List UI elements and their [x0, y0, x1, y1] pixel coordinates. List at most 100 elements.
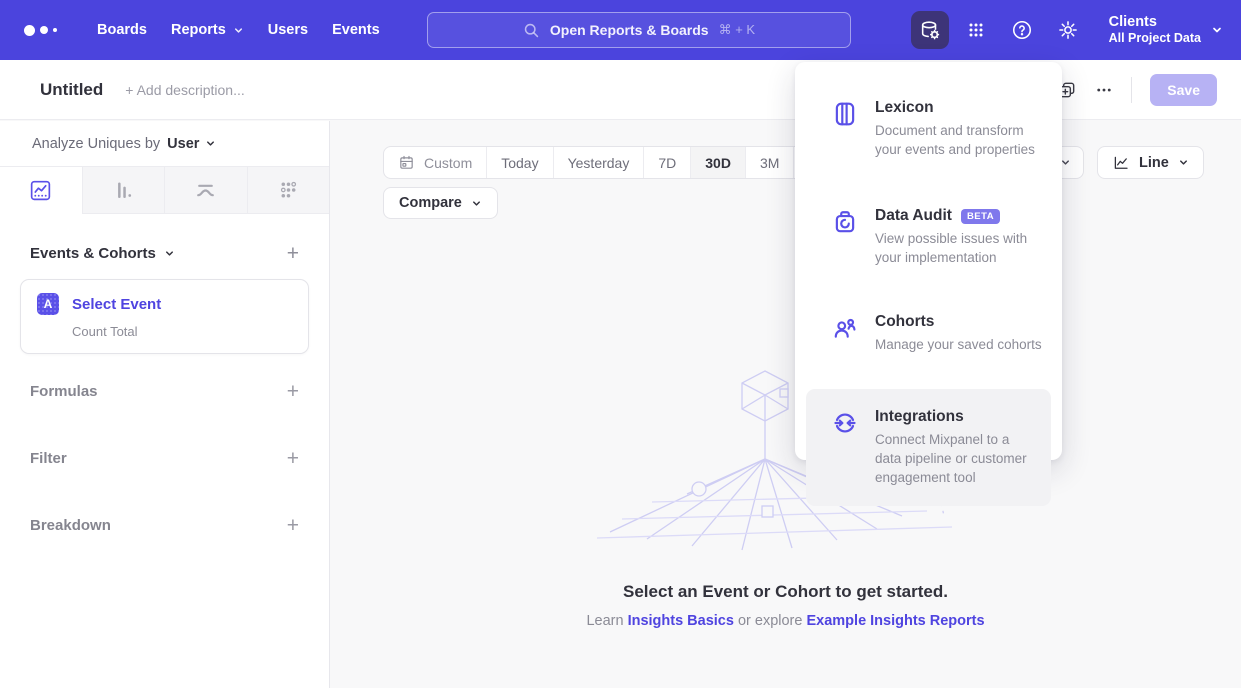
top-nav: Boards Reports Users Events Open Reports… [0, 0, 1241, 60]
analyze-value: User [167, 136, 199, 152]
date-range-7d[interactable]: 7D [643, 147, 690, 178]
example-reports-link[interactable]: Example Insights Reports [806, 613, 984, 629]
tab-bar-chart[interactable] [82, 167, 165, 213]
analyze-uniques-row: Analyze Uniques by User [0, 121, 329, 166]
filter-label: Filter [30, 450, 67, 467]
nav-item-boards[interactable]: Boards [85, 0, 159, 60]
add-breakdown-button[interactable]: + [287, 515, 299, 536]
apps-grid-icon [966, 20, 986, 40]
project-scope: All Project Data [1109, 31, 1201, 47]
nav-item-users[interactable]: Users [256, 0, 320, 60]
analyze-by-dropdown[interactable]: User [167, 136, 216, 152]
global-search-input[interactable]: Open Reports & Boards ⌘ + K [427, 12, 851, 48]
data-management-button[interactable] [911, 11, 949, 49]
mixpanel-logo[interactable] [24, 25, 57, 36]
ellipsis-icon [1095, 81, 1113, 99]
date-range-label: Yesterday [568, 155, 630, 171]
chevron-down-icon [233, 25, 244, 36]
metrics-tab-icon [276, 178, 301, 203]
search-placeholder: Open Reports & Boards [550, 22, 709, 38]
nav-item-label: Events [332, 22, 380, 38]
date-range-custom[interactable]: Custom [384, 147, 486, 178]
lexicon-icon [832, 101, 858, 132]
chevron-down-icon [205, 138, 216, 149]
data-audit-icon [832, 209, 858, 240]
tab-line-chart[interactable] [0, 167, 82, 214]
menu-item-title: Cohorts [875, 313, 1042, 331]
date-range-control: Custom Today Yesterday 7D 30D 3M 6M [383, 146, 843, 179]
menu-item-title: Data Audit [875, 207, 952, 225]
formulas-row: Formulas + [0, 381, 329, 402]
help-icon [1011, 19, 1033, 41]
nav-item-events[interactable]: Events [320, 0, 392, 60]
tab-stacked-chart[interactable] [164, 167, 247, 213]
events-cohorts-label: Events & Cohorts [30, 245, 156, 262]
apps-grid-button[interactable] [957, 11, 995, 49]
nav-item-label: Reports [171, 22, 226, 38]
event-letter-badge: A [37, 293, 59, 315]
save-button[interactable]: Save [1150, 74, 1217, 106]
chart-type-label: Line [1139, 155, 1169, 171]
menu-item-lexicon[interactable]: Lexicon Document and transform your even… [795, 86, 1062, 172]
beta-badge: BETA [961, 209, 1000, 224]
events-cohorts-dropdown[interactable]: Events & Cohorts [30, 245, 175, 262]
event-card[interactable]: A Select Event Count Total [20, 279, 309, 354]
date-range-yesterday[interactable]: Yesterday [553, 147, 644, 178]
project-selector[interactable]: Clients All Project Data [1109, 13, 1223, 47]
insights-basics-link[interactable]: Insights Basics [628, 613, 734, 629]
date-range-label: Today [501, 155, 538, 171]
subtitle-text: Learn [586, 613, 627, 629]
menu-item-description: Manage your saved cohorts [875, 335, 1042, 354]
menu-item-data-audit[interactable]: Data Audit BETA View possible issues wit… [795, 194, 1062, 280]
report-title[interactable]: Untitled [40, 80, 103, 100]
date-range-label: 7D [658, 155, 676, 171]
compare-dropdown[interactable]: Compare [383, 187, 498, 219]
bar-chart-tab-icon [111, 178, 136, 203]
tab-metrics[interactable] [247, 167, 330, 213]
nav-right-cluster: Clients All Project Data [911, 0, 1223, 60]
empty-state-subtitle: Learn Insights Basics or explore Example… [330, 613, 1241, 629]
date-range-label: 3M [760, 155, 779, 171]
integrations-icon [832, 410, 858, 441]
search-icon [523, 22, 540, 39]
settings-button[interactable] [1049, 11, 1087, 49]
date-range-today[interactable]: Today [486, 147, 552, 178]
project-name: Clients [1109, 13, 1201, 31]
compare-label: Compare [399, 195, 462, 211]
date-range-3m[interactable]: 3M [745, 147, 793, 178]
more-options-button[interactable] [1095, 81, 1113, 99]
add-filter-button[interactable]: + [287, 448, 299, 469]
line-chart-tab-icon [28, 178, 53, 203]
divider [1131, 77, 1132, 103]
breakdown-label: Breakdown [30, 517, 111, 534]
data-management-icon [919, 19, 941, 41]
chart-type-dropdown[interactable]: Line [1097, 146, 1204, 179]
date-range-30d[interactable]: 30D [690, 147, 745, 178]
stacked-chart-tab-icon [193, 178, 218, 203]
count-total-dropdown[interactable]: Count Total [72, 324, 292, 339]
line-chart-icon [1112, 154, 1130, 172]
menu-item-description: View possible issues with your implement… [875, 229, 1046, 267]
nav-item-label: Boards [97, 22, 147, 38]
report-actions: Save [1057, 74, 1217, 106]
subtitle-text: or explore [734, 613, 807, 629]
report-description-field[interactable]: + Add description... [125, 82, 244, 98]
menu-item-title: Integrations [875, 408, 1035, 426]
chart-type-tabs [0, 166, 329, 214]
nav-item-label: Users [268, 22, 308, 38]
events-cohorts-header: Events & Cohorts + [0, 243, 329, 264]
cohorts-icon [832, 315, 858, 346]
menu-item-integrations[interactable]: Integrations Connect Mixpanel to a data … [806, 389, 1051, 506]
menu-item-description: Document and transform your events and p… [875, 121, 1046, 159]
chevron-down-icon [1211, 24, 1223, 36]
select-event-button[interactable]: Select Event [72, 296, 161, 313]
add-formula-button[interactable]: + [287, 381, 299, 402]
add-event-button[interactable]: + [287, 243, 299, 264]
filter-row: Filter + [0, 448, 329, 469]
empty-state-title: Select an Event or Cohort to get started… [330, 582, 1241, 602]
nav-item-reports[interactable]: Reports [159, 0, 256, 60]
calendar-icon [398, 154, 415, 171]
help-button[interactable] [1003, 11, 1041, 49]
menu-item-cohorts[interactable]: Cohorts Manage your saved cohorts [795, 300, 1062, 367]
report-canvas: Custom Today Yesterday 7D 30D 3M 6M Comp… [330, 121, 1241, 688]
